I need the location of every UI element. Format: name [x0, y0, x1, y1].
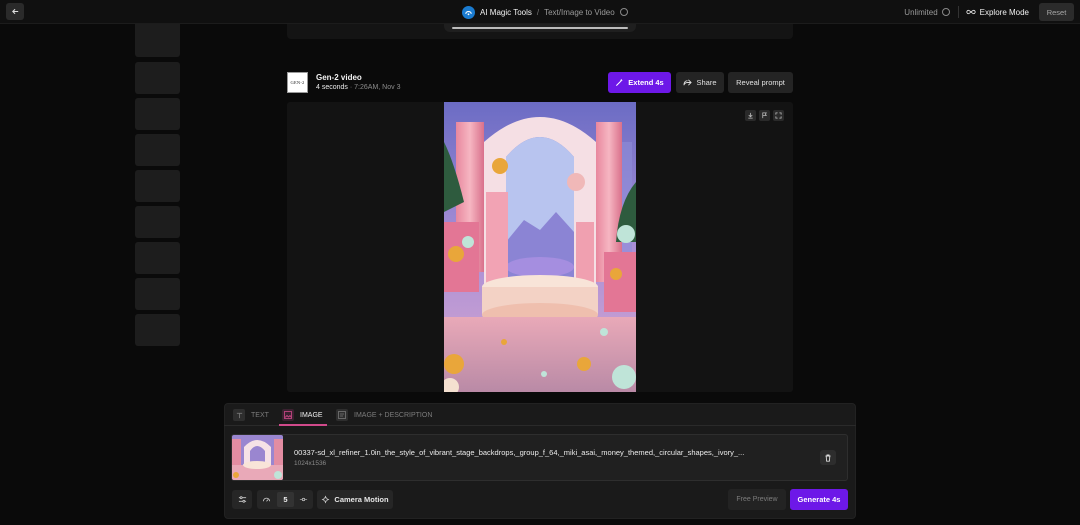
video-meta: 4 seconds · 7:26AM, Nov 3	[316, 84, 400, 91]
uploaded-image-dimensions: 1024x1536	[294, 460, 327, 467]
camera-motion-button[interactable]: Camera Motion	[317, 490, 393, 509]
video-title: Gen-2 video	[316, 73, 362, 82]
divider	[957, 6, 959, 18]
tab-text[interactable]: TEXT	[233, 404, 269, 426]
settings-button[interactable]	[232, 490, 252, 509]
history-thumbnail[interactable]	[135, 170, 180, 202]
image-icon	[282, 409, 294, 421]
sliders-icon	[238, 496, 246, 503]
gauge-icon	[262, 497, 271, 502]
tab-image-label: IMAGE	[300, 411, 323, 419]
share-label: Share	[696, 78, 717, 87]
active-tab-indicator	[279, 424, 327, 426]
tab-image-description[interactable]: IMAGE + DESCRIPTION	[336, 404, 432, 426]
fullscreen-button[interactable]	[773, 110, 784, 121]
breadcrumb-current-page: Text/Image to Video	[544, 7, 615, 17]
text-icon	[233, 409, 245, 421]
magic-wand-icon	[616, 78, 623, 87]
info-icon[interactable]	[941, 8, 950, 16]
motion-speed-control[interactable]: 5	[257, 490, 313, 509]
uploaded-image-thumbnail[interactable]	[232, 435, 283, 480]
delete-image-button[interactable]	[820, 450, 836, 465]
history-thumbnail[interactable]	[135, 278, 180, 310]
tab-image[interactable]: IMAGE	[282, 404, 323, 426]
uploaded-image-row	[231, 434, 848, 481]
explore-mode-button[interactable]: Explore Mode	[966, 8, 1029, 17]
arrow-left-icon	[11, 8, 18, 15]
previous-video-progress[interactable]	[452, 27, 628, 29]
video-duration: 4 seconds	[316, 84, 348, 91]
history-thumbnail[interactable]	[135, 242, 180, 274]
history-thumbnail[interactable]	[135, 24, 180, 57]
share-button[interactable]: Share	[676, 72, 724, 93]
uploaded-image-filename: 00337-sd_xl_refiner_1.0in_the_style_of_v…	[294, 448, 745, 457]
video-timestamp: 7:26AM, Nov 3	[354, 84, 401, 91]
history-thumbnail[interactable]	[135, 98, 180, 130]
reset-button[interactable]: Reset	[1039, 3, 1074, 21]
fullscreen-icon	[775, 112, 782, 119]
tab-image-description-label: IMAGE + DESCRIPTION	[354, 411, 433, 419]
image-description-icon	[336, 409, 348, 421]
breadcrumb: AI Magic Tools / Text/Image to Video	[462, 4, 628, 20]
generated-video-image	[444, 102, 636, 392]
help-icon[interactable]	[619, 8, 628, 16]
download-button[interactable]	[745, 110, 756, 121]
ai-magic-tools-logo-icon	[462, 5, 475, 19]
back-button[interactable]	[6, 3, 24, 20]
generate-button[interactable]: Generate 4s	[790, 489, 848, 510]
download-icon	[748, 112, 753, 119]
video-tools	[745, 110, 784, 121]
infinity-icon	[966, 9, 976, 15]
explore-mode-label: Explore Mode	[979, 7, 1029, 17]
history-thumbnail[interactable]	[135, 62, 180, 94]
share-icon	[683, 79, 693, 86]
plan-label: Unlimited	[904, 7, 938, 17]
reveal-prompt-button[interactable]: Reveal prompt	[728, 72, 793, 93]
camera-motion-icon	[322, 495, 330, 504]
history-thumbnail[interactable]	[135, 206, 180, 238]
gen2-badge: GEN-2	[287, 72, 308, 93]
breadcrumb-separator: /	[536, 7, 540, 17]
uploaded-image-preview	[232, 435, 283, 480]
free-preview-button[interactable]: Free Preview	[728, 489, 786, 510]
history-thumbnail[interactable]	[135, 134, 180, 166]
slider-icon	[299, 497, 308, 502]
flag-button[interactable]	[759, 110, 770, 121]
camera-motion-label: Camera Motion	[334, 495, 389, 504]
extend-button[interactable]: Extend 4s	[608, 72, 671, 93]
history-thumbnail[interactable]	[135, 314, 180, 346]
flag-icon	[762, 112, 767, 119]
extend-label: Extend 4s	[628, 78, 664, 87]
video-frame[interactable]	[444, 102, 636, 392]
trash-icon	[825, 454, 831, 462]
tab-text-label: TEXT	[251, 411, 269, 419]
top-right-controls: Unlimited Explore Mode Reset	[904, 3, 1074, 21]
breadcrumb-app-link[interactable]: AI Magic Tools	[480, 8, 532, 17]
motion-speed-value[interactable]: 5	[277, 492, 294, 507]
